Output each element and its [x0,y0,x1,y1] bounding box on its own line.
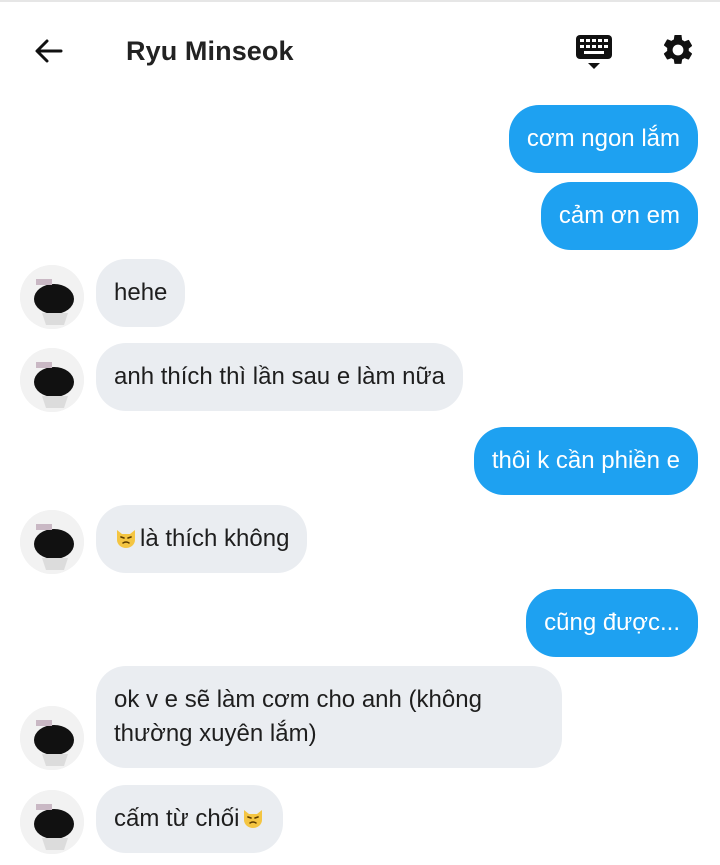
message-bubble-incoming[interactable]: anh thích thì lần sau e làm nữa [96,343,463,411]
contact-avatar[interactable] [20,348,84,412]
pouting-cat-emoji [117,530,135,548]
avatar-image [20,790,84,854]
message-bubble-incoming[interactable]: cấm từ chối [96,785,284,853]
conversation-title: Ryu Minseok [126,36,294,66]
message-bubble-outgoing[interactable]: cảm ơn em [540,182,698,250]
avatar-image [20,265,84,329]
contact-avatar[interactable] [20,790,84,854]
message-bubble-outgoing[interactable]: cũng được... [526,589,698,657]
avatar-image [20,348,84,412]
gear-icon [663,34,693,64]
message-bubble-incoming[interactable]: ok v e sẽ làm cơm cho anh (không thường … [96,666,562,768]
message-text: cấm từ chối [114,805,240,832]
contact-avatar[interactable] [20,510,84,574]
message-text: là thích không [140,525,290,552]
contact-avatar[interactable] [20,706,84,770]
keyboard-icon [576,35,612,69]
message-bubble-outgoing[interactable]: thôi k cần phiền e [473,427,698,495]
back-button[interactable] [28,30,70,72]
contact-avatar[interactable] [20,265,84,329]
keyboard-button[interactable] [572,30,616,74]
chat-header: Ryu Minseok [0,0,720,100]
avatar-image [20,706,84,770]
pouting-cat-emoji [244,810,263,828]
back-arrow-icon [35,39,63,63]
settings-button[interactable] [656,28,700,72]
avatar-image [20,510,84,574]
message-bubble-incoming[interactable]: hehe [96,259,186,327]
message-bubble-incoming[interactable]: là thích không [96,505,308,573]
message-bubble-outgoing[interactable]: cơm ngon lắm [508,105,698,173]
